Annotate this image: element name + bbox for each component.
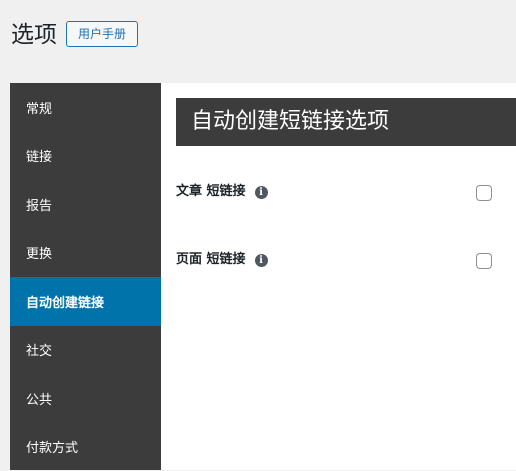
options-sidebar: 常规 链接 报告 更换 自动创建链接 社交 公共 付款方式 (10, 83, 161, 470)
option-label: 文章 短链接 i (176, 183, 268, 201)
sidebar-item-label: 链接 (26, 146, 52, 165)
sidebar-item-label: 常规 (26, 98, 52, 117)
page-shortlink-checkbox[interactable] (476, 253, 492, 269)
info-icon[interactable]: i (255, 254, 268, 267)
section-title: 自动创建短链接选项 (176, 98, 516, 146)
sidebar-item-reports[interactable]: 报告 (10, 180, 161, 229)
sidebar-item-links[interactable]: 链接 (10, 132, 161, 181)
sidebar-item-general[interactable]: 常规 (10, 83, 161, 132)
sidebar-item-label: 更换 (26, 243, 52, 262)
sidebar-item-auto-create-links[interactable]: 自动创建链接 (10, 277, 161, 326)
option-row-post-shortlink: 文章 短链接 i (176, 183, 516, 207)
options-content-panel: 自动创建短链接选项 文章 短链接 i 页面 短链接 i (161, 83, 516, 470)
sidebar-item-label: 自动创建链接 (26, 292, 104, 311)
sidebar-item-label: 付款方式 (26, 437, 78, 456)
sidebar-item-social[interactable]: 社交 (10, 326, 161, 375)
sidebar-item-label: 社交 (26, 340, 52, 359)
page-title: 选项 (11, 18, 57, 52)
page-header: 选项 用户手册 (0, 0, 516, 70)
option-row-page-shortlink: 页面 短链接 i (176, 251, 516, 275)
option-label: 页面 短链接 i (176, 251, 268, 269)
option-label-text: 文章 短链接 (176, 183, 246, 201)
option-label-text: 页面 短链接 (176, 251, 246, 269)
sidebar-item-label: 报告 (26, 195, 52, 214)
sidebar-item-payment-methods[interactable]: 付款方式 (10, 423, 161, 471)
sidebar-item-label: 公共 (26, 389, 52, 408)
post-shortlink-checkbox[interactable] (476, 185, 492, 201)
user-manual-button[interactable]: 用户手册 (66, 21, 138, 47)
sidebar-item-public[interactable]: 公共 (10, 374, 161, 423)
info-icon[interactable]: i (255, 186, 268, 199)
sidebar-item-replace[interactable]: 更换 (10, 229, 161, 278)
